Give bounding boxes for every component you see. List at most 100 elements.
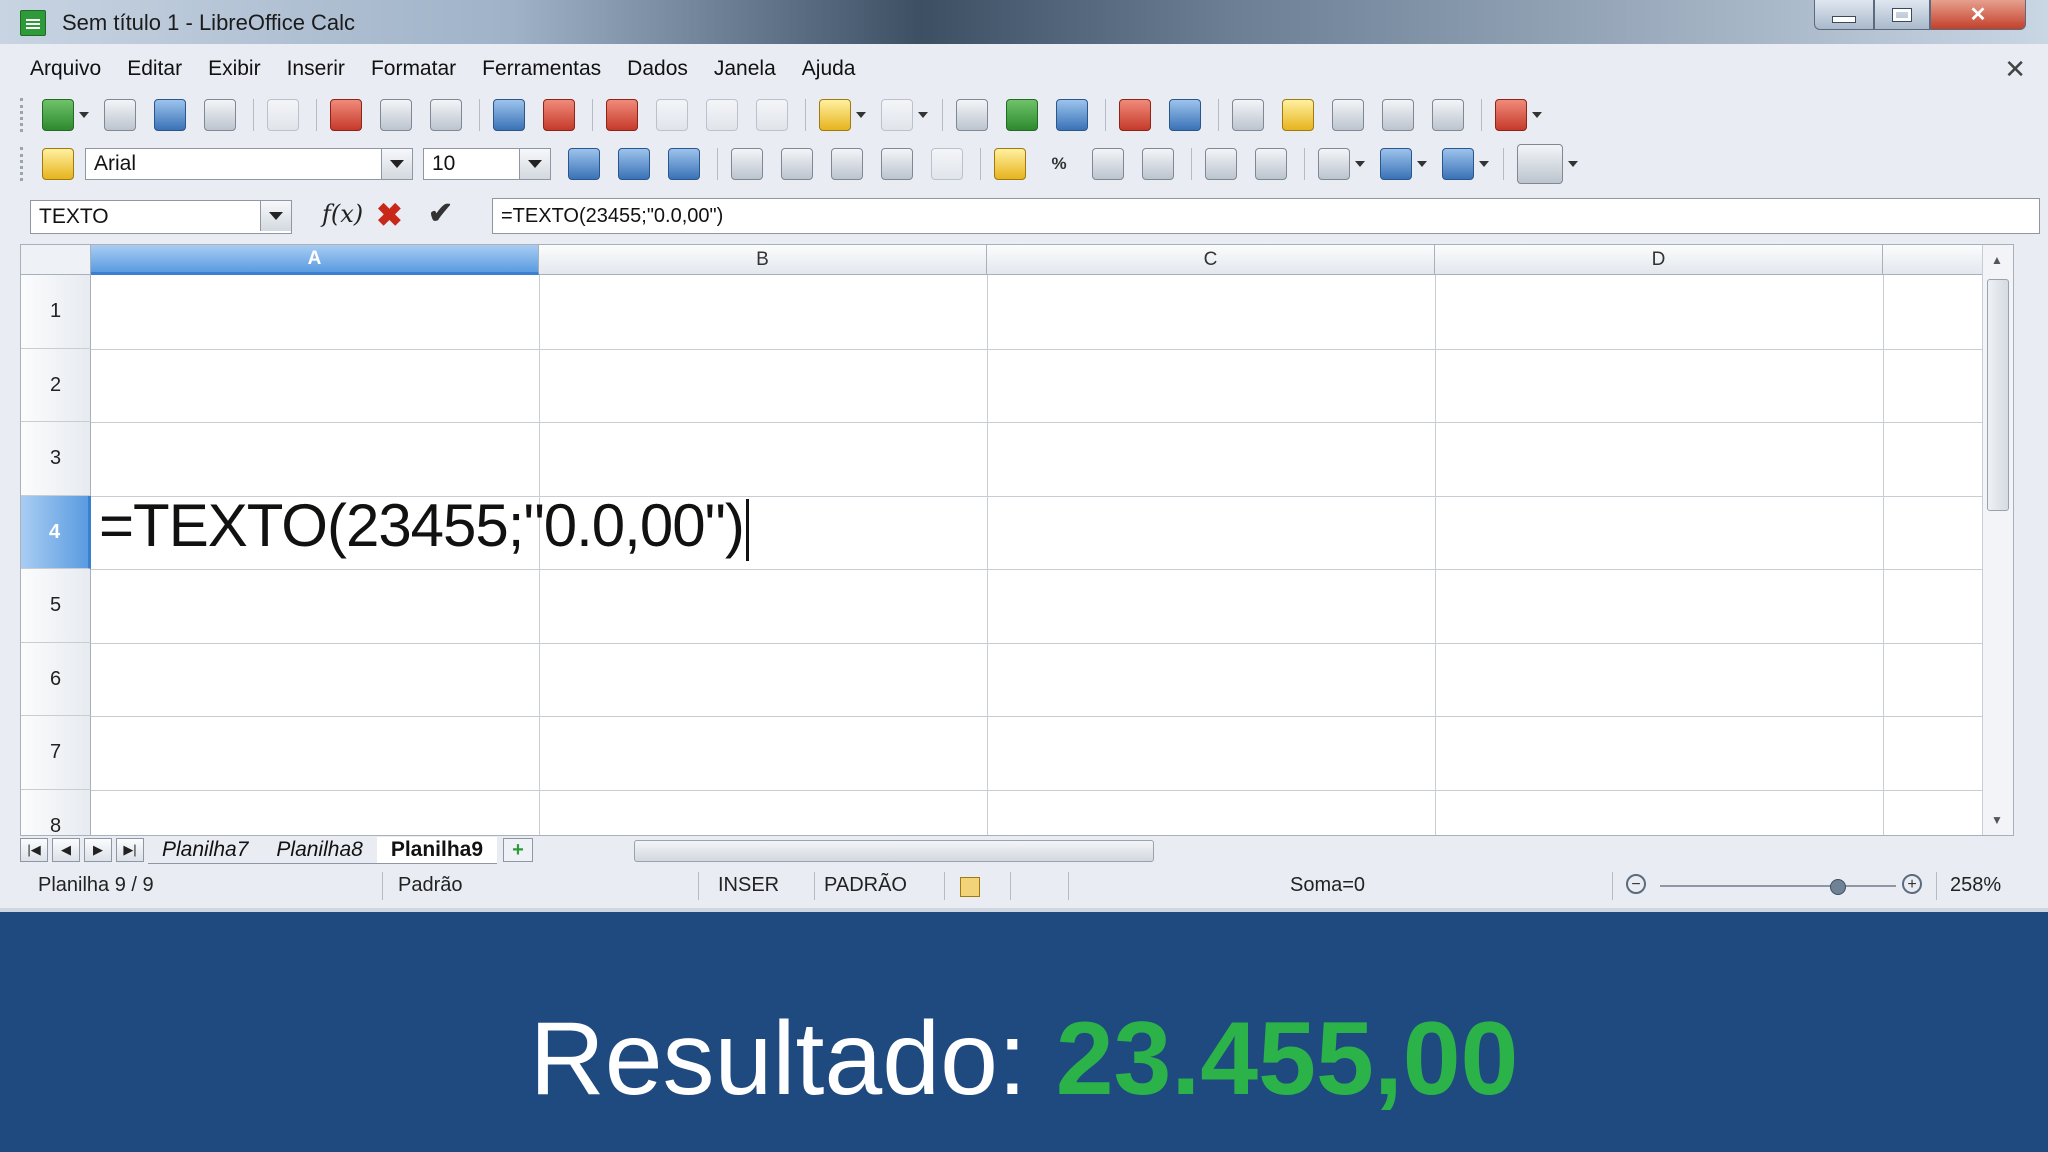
status-zoom-level[interactable]: 258% [1950,874,2001,897]
paste-icon[interactable] [706,99,738,131]
row-header-6[interactable]: 6 [21,643,91,716]
column-header-c[interactable]: C [987,245,1435,275]
find-replace-icon[interactable] [1232,99,1264,131]
toolbar-grip[interactable] [20,147,27,181]
align-center-icon[interactable] [781,148,813,180]
accept-icon[interactable]: ✔ [428,196,453,231]
underline-icon[interactable] [668,148,700,180]
increase-indent-icon[interactable] [1255,148,1287,180]
column-header-d[interactable]: D [1435,245,1883,275]
vertical-scroll-thumb[interactable] [1987,279,2009,511]
align-left-icon[interactable] [731,148,763,180]
cut-icon[interactable] [606,99,638,131]
horizontal-scrollbar[interactable] [610,840,1990,862]
clone-format-icon[interactable] [756,99,788,131]
column-header-a[interactable]: A [91,245,539,275]
font-color-icon[interactable] [1442,148,1474,180]
undo-dropdown-icon[interactable] [856,112,866,118]
horizontal-scroll-thumb[interactable] [634,840,1154,862]
merge-cells-icon[interactable] [931,148,963,180]
first-sheet-icon[interactable]: |◀ [20,838,48,862]
borders-icon[interactable] [1318,148,1350,180]
zoom-in-icon[interactable]: + [1902,874,1922,894]
align-right-icon[interactable] [831,148,863,180]
menu-arquivo[interactable]: Arquivo [30,57,101,81]
cancel-icon[interactable]: ✖ [376,196,403,234]
previous-sheet-icon[interactable]: ◀ [52,838,80,862]
menu-formatar[interactable]: Formatar [371,57,456,81]
print-icon[interactable] [380,99,412,131]
minimize-button[interactable] [1814,0,1874,30]
name-box[interactable]: TEXTO [30,200,292,234]
toolbar-grip[interactable] [20,98,27,132]
new-dropdown-icon[interactable] [79,112,89,118]
vertical-scrollbar[interactable]: ▲ ▼ [1982,245,2013,835]
data-sources-icon[interactable] [1382,99,1414,131]
email-icon[interactable] [204,99,236,131]
column-header-b[interactable]: B [539,245,987,275]
scroll-down-icon[interactable]: ▼ [1991,813,2003,827]
chevron-down-icon[interactable] [260,201,291,231]
font-name-select[interactable]: Arial [85,148,413,180]
sheet-tab-planilha7[interactable]: Planilha7 [148,837,263,864]
column-header-e[interactable] [1883,245,1985,275]
add-decimal-icon[interactable] [1092,148,1124,180]
chevron-down-icon[interactable] [381,149,412,179]
background-color-icon[interactable] [1380,148,1412,180]
menu-janela[interactable]: Janela [714,57,776,81]
row-header-7[interactable]: 7 [21,716,91,790]
sheet-tab-planilha8[interactable]: Planilha8 [262,837,377,864]
chevron-down-icon[interactable] [519,149,550,179]
sheet-tab-planilha9[interactable]: Planilha9 [376,836,498,864]
remove-decimal-icon[interactable] [1142,148,1174,180]
zoom-slider[interactable] [1660,885,1896,887]
background-dropdown-icon[interactable] [1417,161,1427,167]
menu-editar[interactable]: Editar [127,57,182,81]
percent-format-icon[interactable]: % [1044,149,1074,179]
redo-icon[interactable] [881,99,913,131]
status-page-style[interactable]: Padrão [398,874,463,897]
close-document-icon[interactable]: ✕ [2004,54,2026,85]
menu-ferramentas[interactable]: Ferramentas [482,57,601,81]
hyperlink-icon[interactable] [956,99,988,131]
undo-icon[interactable] [819,99,851,131]
styles-icon[interactable] [42,148,74,180]
menu-dados[interactable]: Dados [627,57,688,81]
menu-exibir[interactable]: Exibir [208,57,261,81]
zoom-out-icon[interactable]: − [1626,874,1646,894]
toolbar-overflow-icon[interactable] [1568,161,1578,167]
sort-descending-icon[interactable] [1056,99,1088,131]
save-icon[interactable] [154,99,186,131]
edit-file-icon[interactable] [267,99,299,131]
new-document-icon[interactable] [42,99,74,131]
export-pdf-icon[interactable] [330,99,362,131]
bold-icon[interactable] [568,148,600,180]
navigator-icon[interactable] [1282,99,1314,131]
print-preview-icon[interactable] [430,99,462,131]
row-header-3[interactable]: 3 [21,422,91,496]
toolbar-overflow-icon[interactable] [1532,112,1542,118]
copy-icon[interactable] [656,99,688,131]
select-all-corner[interactable] [21,245,91,275]
menu-ajuda[interactable]: Ajuda [802,57,856,81]
menu-inserir[interactable]: Inserir [287,57,345,81]
formula-input[interactable]: =TEXTO(23455;"0.0,00") [492,198,2040,234]
justify-icon[interactable] [881,148,913,180]
maximize-button[interactable] [1874,0,1930,30]
font-color-dropdown-icon[interactable] [1479,161,1489,167]
borders-dropdown-icon[interactable] [1355,161,1365,167]
add-sheet-icon[interactable]: + [503,838,534,862]
row-header-5[interactable]: 5 [21,569,91,643]
spreadsheet-grid[interactable]: A B C D 1 2 3 4 5 6 7 8 =TEXTO(23455;"0.… [20,244,2014,836]
row-header-1[interactable]: 1 [21,275,91,349]
help-icon[interactable] [1495,99,1527,131]
cell-a4-editor[interactable]: =TEXTO(23455;"0.0,00") [99,491,749,562]
row-header-4[interactable]: 4 [21,496,91,569]
currency-format-icon[interactable] [994,148,1026,180]
font-size-select[interactable]: 10 [423,148,551,180]
draw-functions-icon[interactable] [1169,99,1201,131]
scroll-up-icon[interactable]: ▲ [1991,253,2003,267]
chart-icon[interactable] [1119,99,1151,131]
italic-icon[interactable] [618,148,650,180]
status-selection-mode[interactable]: PADRÃO [824,874,907,897]
